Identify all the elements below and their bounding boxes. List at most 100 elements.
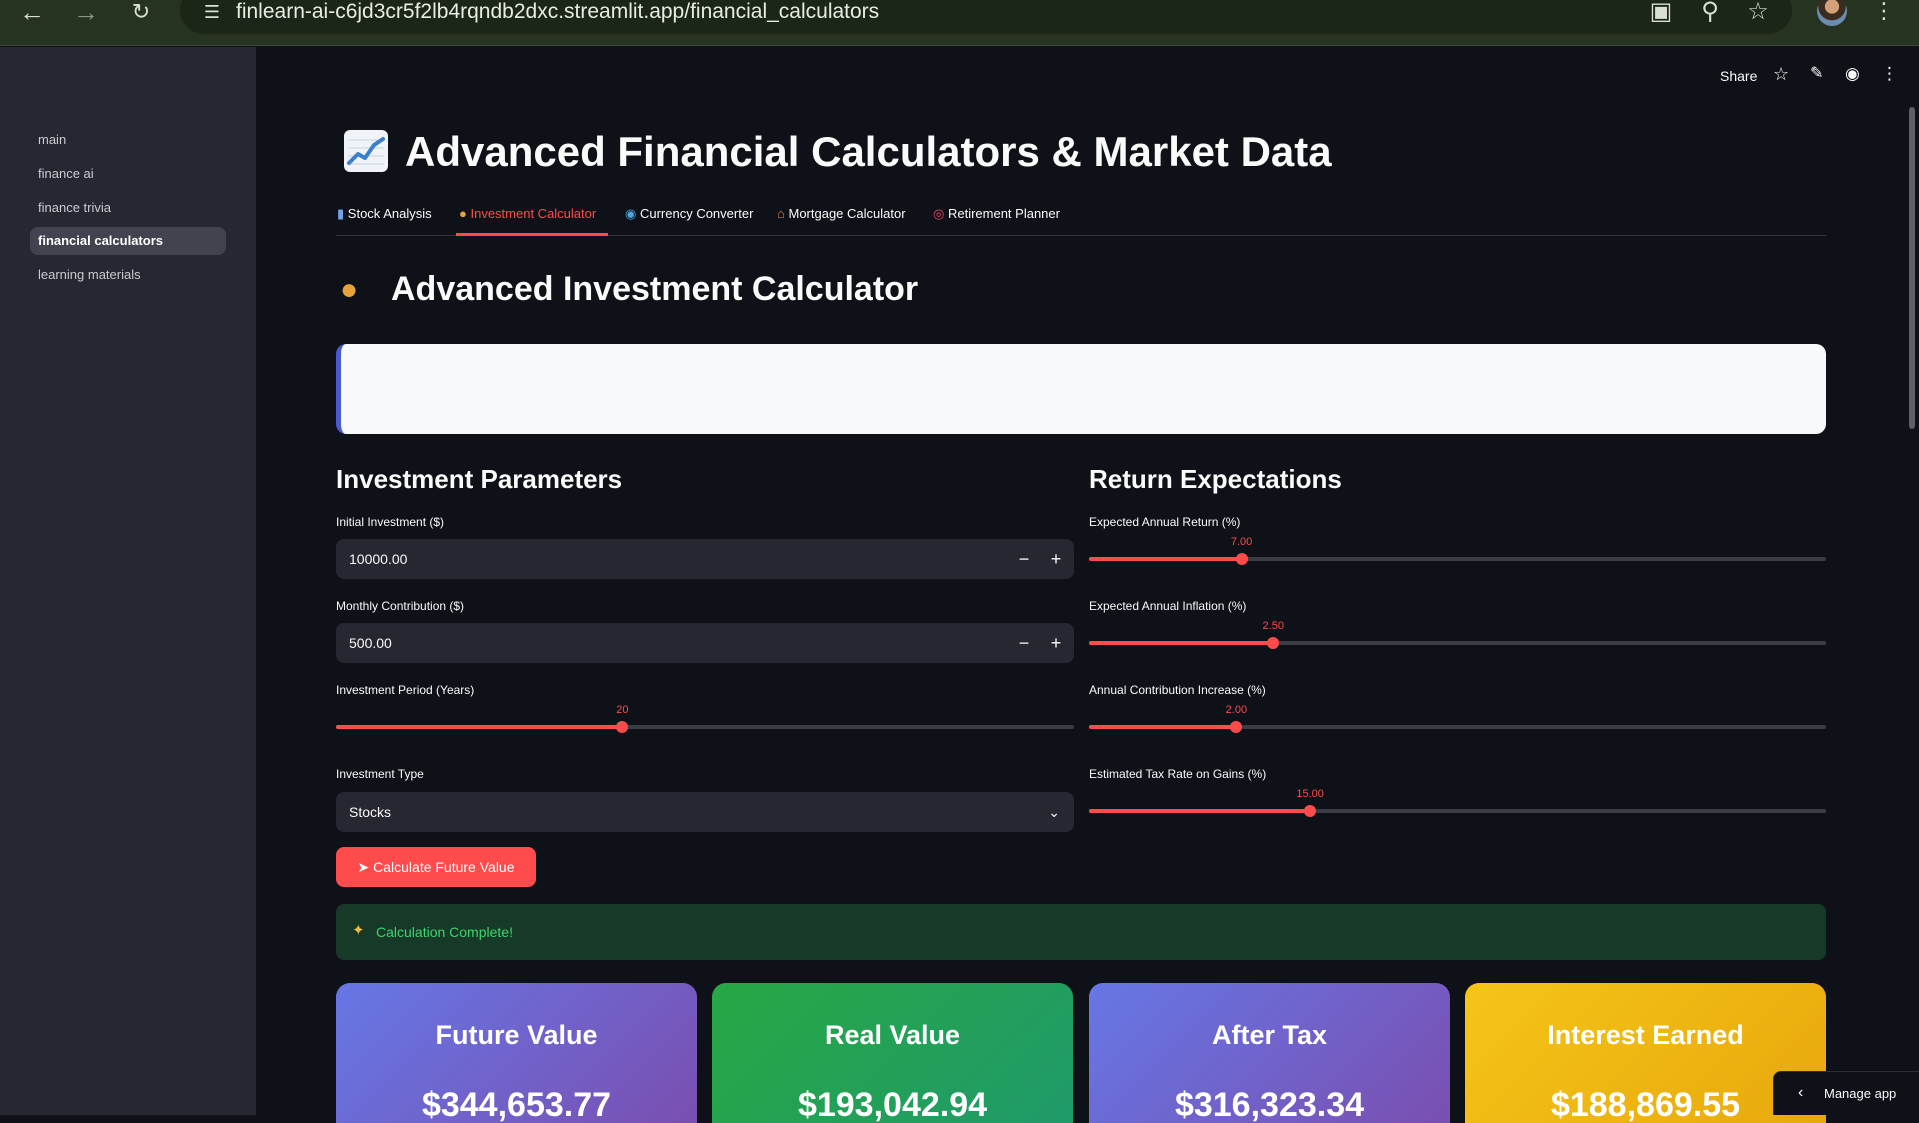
initial-investment-input[interactable]: 10000.00 − + bbox=[336, 539, 1074, 579]
slider-thumb[interactable] bbox=[616, 721, 629, 733]
tab-label: Investment Calculator bbox=[470, 206, 597, 221]
slider-fill bbox=[336, 725, 623, 729]
return-expectations-heading: Return Expectations bbox=[1089, 464, 1342, 494]
slider-fill bbox=[1089, 557, 1242, 561]
manage-app-label: Manage app bbox=[1824, 1086, 1897, 1101]
success-alert: ✦ Calculation Complete! bbox=[336, 904, 1826, 960]
tax-rate-slider[interactable]: 15.00 bbox=[1089, 788, 1826, 823]
card-title: Real Value bbox=[824, 1020, 961, 1050]
browser-toolbar: ← → ↻ ☰ finlearn-ai-c6jd3cr5f2lb4rqndb2d… bbox=[0, 0, 1919, 46]
investment-type-select[interactable]: Stocks ⌄ bbox=[336, 792, 1074, 832]
profile-avatar[interactable] bbox=[1817, 0, 1847, 26]
rocket-icon: ➤ bbox=[357, 859, 370, 875]
card-value: $193,042.94 bbox=[797, 1086, 988, 1123]
interest-earned-card: Interest Earned $188,869.55 bbox=[1465, 983, 1826, 1123]
monthly-contribution-input[interactable]: 500.00 − + bbox=[336, 623, 1074, 663]
contribution-increase-label: Annual Contribution Increase (%) bbox=[1089, 683, 1266, 697]
party-popper-icon: ✦ bbox=[352, 922, 365, 939]
sidebar-item-learning-materials[interactable]: learning materials bbox=[30, 261, 226, 289]
slider-value: 7.00 bbox=[1230, 536, 1253, 548]
slider-thumb[interactable] bbox=[1304, 805, 1317, 817]
install-app-icon[interactable]: ▣ bbox=[1644, 0, 1678, 26]
card-value: $188,869.55 bbox=[1550, 1086, 1741, 1123]
active-tab-indicator bbox=[456, 233, 608, 236]
url-text[interactable]: finlearn-ai-c6jd3cr5f2lb4rqndb2dxc.strea… bbox=[236, 0, 879, 24]
slider-value: 2.50 bbox=[1262, 620, 1284, 632]
annual-inflation-slider[interactable]: 2.50 bbox=[1089, 620, 1826, 655]
tab-mortgage-calculator[interactable]: ⌂ Mortgage Calculator bbox=[777, 205, 906, 223]
chevron-down-icon[interactable]: ⌄ bbox=[1048, 802, 1060, 822]
investment-type-label: Investment Type bbox=[336, 767, 424, 781]
manage-app-button[interactable]: ‹ Manage app bbox=[1773, 1071, 1919, 1115]
slider-value: 15.00 bbox=[1296, 788, 1324, 800]
money-bag-icon: ● bbox=[459, 206, 467, 221]
initial-investment-value[interactable]: 10000.00 bbox=[349, 550, 407, 568]
tab-stock-analysis[interactable]: ▮ Stock Analysis bbox=[337, 205, 432, 223]
calculate-future-value-button[interactable]: ➤ Calculate Future Value bbox=[336, 847, 536, 887]
contribution-increase-slider[interactable]: 2.00 bbox=[1089, 704, 1826, 739]
share-button[interactable]: Share bbox=[1720, 66, 1757, 86]
after-tax-card: After Tax $316,323.34 bbox=[1089, 983, 1450, 1123]
github-icon[interactable]: ◉ bbox=[1845, 64, 1860, 84]
page-title: Advanced Financial Calculators & Market … bbox=[405, 128, 1332, 175]
slider-thumb[interactable] bbox=[1267, 637, 1280, 649]
increment-button[interactable]: + bbox=[1042, 545, 1070, 573]
investment-period-slider[interactable]: 20 bbox=[336, 704, 1074, 739]
globe-icon: ◉ bbox=[625, 206, 637, 221]
section-heading: Advanced Investment Calculator bbox=[391, 270, 919, 308]
slider-value: 20 bbox=[616, 704, 629, 716]
tab-label: Mortgage Calculator bbox=[788, 206, 906, 221]
zoom-icon[interactable]: ⚲ bbox=[1693, 0, 1727, 26]
sidebar-item-finance-trivia[interactable]: finance trivia bbox=[30, 194, 226, 222]
slider-fill bbox=[1089, 809, 1311, 813]
sidebar-item-financial-calculators[interactable]: financial calculators bbox=[30, 227, 226, 255]
monthly-contribution-value[interactable]: 500.00 bbox=[349, 634, 392, 652]
sidebar-item-main[interactable]: main bbox=[30, 126, 226, 154]
initial-investment-label: Initial Investment ($) bbox=[336, 515, 445, 529]
card-title: Future Value bbox=[435, 1020, 598, 1050]
browser-menu-icon[interactable]: ⋮ bbox=[1872, 0, 1896, 26]
real-value-card: Real Value $193,042.94 bbox=[712, 983, 1073, 1123]
card-title: Interest Earned bbox=[1547, 1020, 1744, 1050]
tab-retirement-planner[interactable]: ◎ Retirement Planner bbox=[933, 205, 1060, 223]
address-bar[interactable]: ☰ finlearn-ai-c6jd3cr5f2lb4rqndb2dxc.str… bbox=[180, 0, 1792, 34]
decrement-button[interactable]: − bbox=[1010, 629, 1038, 657]
forward-arrow-icon[interactable]: → bbox=[66, 0, 106, 25]
site-settings-icon[interactable]: ☰ bbox=[200, 0, 224, 24]
investment-period-label: Investment Period (Years) bbox=[336, 683, 475, 697]
card-value: $344,653.77 bbox=[421, 1086, 612, 1123]
tab-label: Stock Analysis bbox=[347, 206, 432, 221]
reload-icon[interactable]: ↻ bbox=[121, 0, 161, 24]
investment-type-value[interactable]: Stocks bbox=[349, 803, 391, 821]
back-arrow-icon[interactable]: ← bbox=[12, 0, 52, 25]
slider-thumb[interactable] bbox=[1230, 721, 1243, 733]
decrement-button[interactable]: − bbox=[1010, 545, 1038, 573]
scrollbar[interactable] bbox=[1909, 107, 1915, 429]
slider-fill bbox=[1089, 725, 1237, 729]
annual-return-label: Expected Annual Return (%) bbox=[1089, 515, 1241, 529]
card-title: After Tax bbox=[1211, 1020, 1328, 1050]
edit-pencil-icon[interactable]: ✎ bbox=[1810, 64, 1823, 84]
money-bag-icon: ● bbox=[340, 273, 359, 306]
tax-rate-label: Estimated Tax Rate on Gains (%) bbox=[1089, 767, 1267, 781]
target-icon: ◎ bbox=[933, 206, 945, 221]
tab-label: Currency Converter bbox=[639, 206, 754, 221]
favorite-star-icon[interactable]: ☆ bbox=[1773, 64, 1789, 84]
annual-return-slider[interactable]: 7.00 bbox=[1089, 536, 1826, 571]
card-value: $316,323.34 bbox=[1174, 1086, 1365, 1123]
tab-currency-converter[interactable]: ◉ Currency Converter bbox=[625, 205, 753, 223]
monthly-contribution-label: Monthly Contribution ($) bbox=[336, 599, 465, 613]
slider-thumb[interactable] bbox=[1235, 553, 1248, 565]
bookmark-star-icon[interactable]: ☆ bbox=[1741, 0, 1775, 26]
increment-button[interactable]: + bbox=[1042, 629, 1070, 657]
success-message: Calculation Complete! bbox=[376, 924, 513, 940]
investment-parameters-heading: Investment Parameters bbox=[336, 464, 623, 494]
tab-investment-calculator[interactable]: ● Investment Calculator bbox=[459, 205, 596, 223]
bar-chart-icon: ▮ bbox=[337, 206, 345, 221]
slider-fill bbox=[1089, 641, 1274, 645]
app-menu-icon[interactable]: ⋮ bbox=[1881, 64, 1898, 84]
info-box bbox=[336, 344, 1826, 434]
sidebar-item-finance-ai[interactable]: finance ai bbox=[30, 160, 226, 188]
calculate-button-label: Calculate Future Value bbox=[373, 859, 515, 875]
future-value-card: Future Value $344,653.77 bbox=[336, 983, 697, 1123]
